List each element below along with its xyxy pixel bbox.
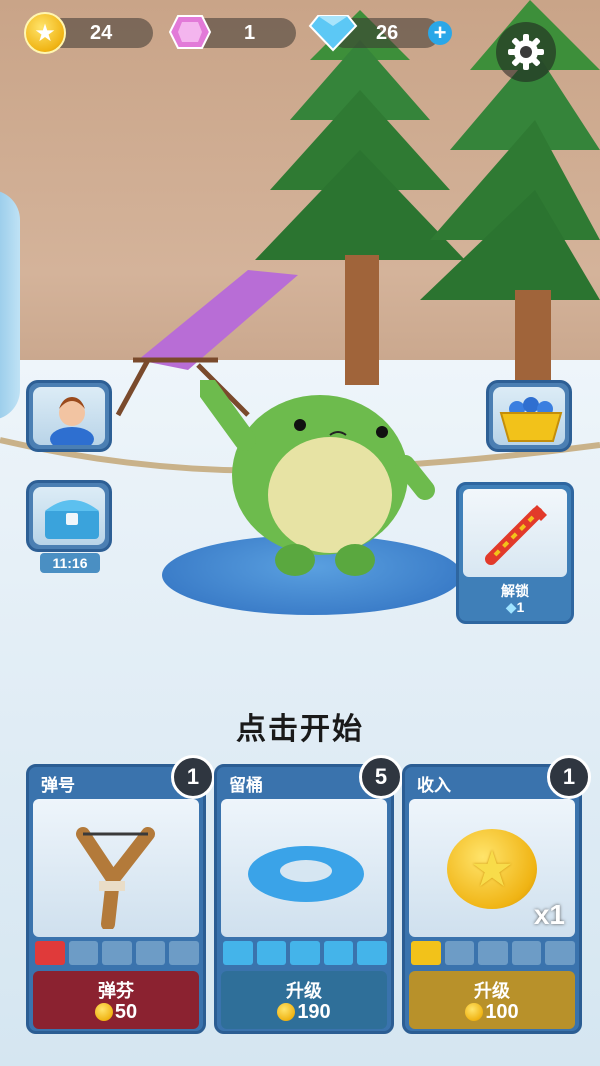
level-bar-segment xyxy=(102,941,132,965)
level-bar-segment xyxy=(223,941,253,965)
level-bars xyxy=(35,941,199,965)
coin-icon xyxy=(465,1003,484,1021)
level-bar-segment xyxy=(478,941,508,965)
rocket-unlock-cost: ◆1 xyxy=(505,599,525,615)
upgrade-price: 190 xyxy=(221,1001,387,1024)
level-bar-segment xyxy=(323,941,354,965)
level-bar-segment xyxy=(444,941,475,965)
snow-tube-icon xyxy=(248,846,364,902)
rocket-unlock-label: 解锁 xyxy=(501,583,529,599)
upgrade-button-label: 弹芬 xyxy=(98,981,134,1001)
ice-pillar xyxy=(0,190,20,420)
upgrade-card-tube: 留桶 5 升级 190 xyxy=(214,755,403,1034)
coins-value: 24 xyxy=(90,22,113,44)
rocket-unlock-card[interactable]: 解锁 ◆1 xyxy=(456,482,574,624)
level-bar-segment xyxy=(545,941,575,965)
chest-button[interactable] xyxy=(26,480,112,552)
level-bar-segment xyxy=(35,941,65,965)
shop-basket-button[interactable] xyxy=(486,380,572,452)
chest-icon xyxy=(45,500,99,539)
upgrade-button-label: 升级 xyxy=(286,981,322,1001)
tap-to-start-text[interactable]: 点击开始 xyxy=(0,704,600,748)
big-coin-icon: ★ xyxy=(447,829,537,909)
coin-icon xyxy=(277,1003,296,1021)
pink-gems-value: 1 xyxy=(244,22,256,44)
level-bar-segment xyxy=(511,941,542,965)
character-button[interactable] xyxy=(26,380,112,452)
basket-icon xyxy=(499,397,563,442)
level-badge: 1 xyxy=(171,755,215,799)
level-bar-segment xyxy=(290,941,320,965)
add-diamonds-button[interactable]: + xyxy=(428,21,452,45)
level-bar-segment xyxy=(169,941,199,965)
upgrade-button-label: 升级 xyxy=(474,981,510,1001)
pink-gem-icon xyxy=(168,15,212,49)
upgrade-button[interactable]: 弹芬 50 xyxy=(33,971,199,1029)
upgrade-button[interactable]: 升级 190 xyxy=(221,971,387,1029)
frog-character[interactable] xyxy=(200,380,440,580)
level-badge: 5 xyxy=(359,755,403,799)
level-bar-segment xyxy=(68,941,99,965)
level-bar-segment xyxy=(411,941,441,965)
upgrade-price: 50 xyxy=(33,1001,199,1024)
level-bar-segment xyxy=(357,941,387,965)
coin-icon xyxy=(94,1003,113,1021)
diamond-icon xyxy=(308,15,358,52)
upgrade-card-income: 收入 1 ★ x1 升级 100 xyxy=(402,755,591,1034)
avatar-icon xyxy=(50,397,94,445)
card-title: 弹号 xyxy=(41,776,75,795)
level-badge: 1 xyxy=(547,755,591,799)
level-bar-segment xyxy=(135,941,166,965)
gear-icon xyxy=(508,34,544,70)
rocket-icon xyxy=(485,505,547,565)
card-title: 收入 xyxy=(417,776,451,795)
chest-timer: 11:16 xyxy=(40,553,100,573)
upgrade-price: 100 xyxy=(409,1001,575,1024)
diamonds-value: 26 xyxy=(376,22,399,44)
level-bars xyxy=(223,941,387,965)
settings-button[interactable] xyxy=(496,22,556,82)
income-multiplier: x1 xyxy=(533,899,565,930)
upgrade-button[interactable]: 升级 100 xyxy=(409,971,575,1029)
card-title: 留桶 xyxy=(229,776,263,795)
level-bars xyxy=(411,941,575,965)
upgrade-card-slingshot: 弹号 1 弹芬 50 xyxy=(26,755,215,1034)
level-bar-segment xyxy=(256,941,287,965)
slingshot-icon xyxy=(76,827,155,929)
coin-icon: ★ xyxy=(24,12,66,54)
